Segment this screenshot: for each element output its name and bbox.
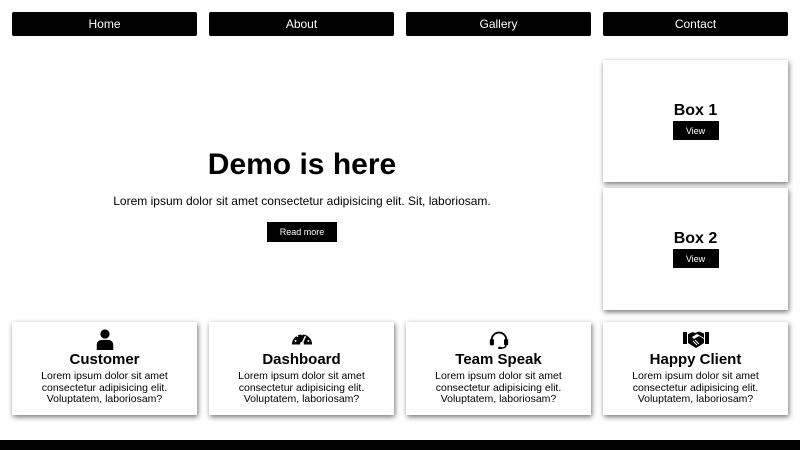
box-2-view-button[interactable]: View [672, 249, 719, 268]
box-2-card: Box 2 View [603, 188, 788, 310]
box-1-view-button[interactable]: View [672, 121, 719, 140]
speedometer-icon [291, 333, 312, 346]
feature-title: Dashboard [262, 351, 341, 368]
features-row: Customer Lorem ipsum dolor sit amet cons… [12, 322, 788, 415]
footer-bar [0, 440, 800, 450]
feature-text: Lorem ipsum dolor sit amet consectetur a… [41, 370, 168, 405]
box-2-title: Box 2 [673, 230, 718, 247]
nav-home-button[interactable]: Home [12, 12, 197, 36]
nav-about-button[interactable]: About [209, 12, 394, 36]
feature-card-customer: Customer Lorem ipsum dolor sit amet cons… [12, 322, 197, 415]
headset-icon [489, 331, 508, 350]
hero-section: Demo is here Lorem ipsum dolor sit amet … [12, 60, 592, 311]
feature-text: Lorem ipsum dolor sit amet consectetur a… [632, 370, 759, 405]
user-icon [96, 329, 113, 350]
feature-card-happy-client: Happy Client Lorem ipsum dolor sit amet … [603, 322, 788, 415]
box-1-title: Box 1 [673, 102, 718, 119]
feature-text: Lorem ipsum dolor sit amet consectetur a… [238, 370, 365, 405]
nav-gallery-button[interactable]: Gallery [406, 12, 591, 36]
feature-title: Happy Client [649, 351, 742, 368]
top-nav: Home About Gallery Contact [12, 12, 788, 36]
read-more-button[interactable]: Read more [267, 221, 337, 242]
hero-title: Demo is here [207, 147, 397, 181]
feature-card-dashboard: Dashboard Lorem ipsum dolor sit amet con… [209, 322, 394, 415]
feature-title: Customer [69, 351, 140, 368]
hero-text: Lorem ipsum dolor sit amet consectetur a… [113, 193, 491, 208]
feature-title: Team Speak [455, 351, 542, 368]
feature-text: Lorem ipsum dolor sit amet consectetur a… [435, 370, 562, 405]
nav-contact-button[interactable]: Contact [603, 12, 788, 36]
feature-card-team-speak: Team Speak Lorem ipsum dolor sit amet co… [406, 322, 591, 415]
box-1-card: Box 1 View [603, 60, 788, 182]
handshake-icon [682, 331, 709, 348]
